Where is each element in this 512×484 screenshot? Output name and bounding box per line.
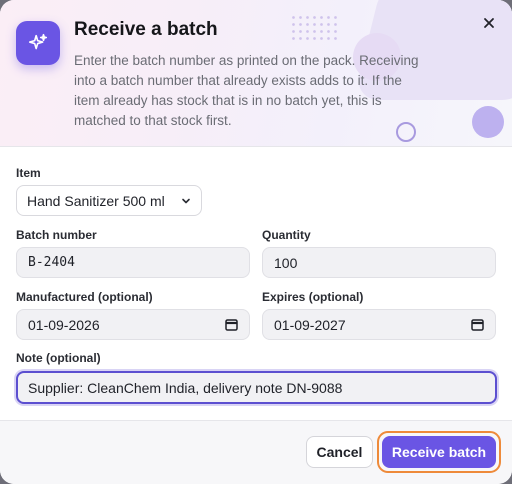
- sparkles-icon: [16, 21, 60, 65]
- quantity-input[interactable]: 100: [262, 247, 496, 278]
- manufactured-date-input[interactable]: 01-09-2026: [16, 309, 250, 340]
- expires-label: Expires (optional): [262, 290, 364, 304]
- batch-number-input[interactable]: B-2404: [16, 247, 250, 278]
- receive-batch-button[interactable]: Receive batch: [382, 436, 496, 468]
- batch-number-label: Batch number: [16, 228, 97, 242]
- item-select-value: Hand Sanitizer 500 ml: [27, 192, 165, 209]
- dialog-title: Receive a batch: [74, 19, 218, 40]
- dialog-header: Receive a batch Enter the batch number a…: [0, 0, 512, 147]
- dialog-description: Enter the batch number as printed on the…: [74, 53, 419, 128]
- expires-date-input[interactable]: 01-09-2027: [262, 309, 496, 340]
- receive-batch-dialog: Receive a batch Enter the batch number a…: [0, 0, 512, 484]
- chevron-down-icon: [182, 198, 190, 204]
- item-select[interactable]: Hand Sanitizer 500 ml: [16, 185, 202, 216]
- calendar-icon[interactable]: [225, 318, 238, 331]
- item-label: Item: [16, 166, 41, 180]
- manufactured-label: Manufactured (optional): [16, 290, 153, 304]
- note-input[interactable]: Supplier: CleanChem India, delivery note…: [16, 371, 497, 404]
- calendar-icon[interactable]: [471, 318, 484, 331]
- cancel-button[interactable]: Cancel: [306, 436, 373, 468]
- manufactured-date-value: 01-09-2026: [28, 316, 100, 333]
- note-label: Note (optional): [16, 351, 101, 365]
- close-button[interactable]: [478, 12, 500, 34]
- decorative-circle: [472, 106, 504, 138]
- expires-date-value: 01-09-2027: [274, 316, 346, 333]
- close-icon: [484, 18, 494, 28]
- decorative-dots: [290, 14, 338, 40]
- quantity-label: Quantity: [262, 228, 311, 242]
